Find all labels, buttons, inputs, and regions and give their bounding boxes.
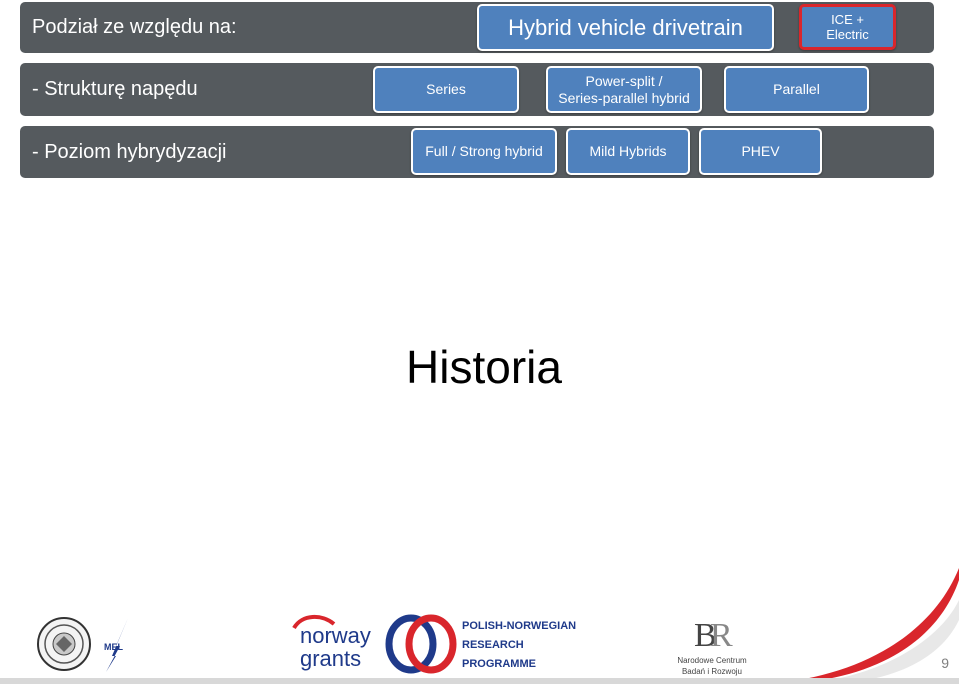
- page-number: 9: [941, 655, 949, 671]
- pnrp-line-3: PROGRAMME: [462, 658, 536, 670]
- mel-text: MEL: [104, 642, 124, 652]
- norway-grants-logo: norway grants: [292, 614, 382, 674]
- structure-label: - Strukturę napędu: [32, 78, 198, 100]
- drivetrain-title: Hybrid vehicle drivetrain: [477, 4, 774, 51]
- badge-line-1: ICE +: [831, 12, 864, 27]
- power-split-line-1: Power-split /: [585, 72, 663, 89]
- level-label: - Poziom hybrydyzacji: [32, 141, 227, 163]
- pnrp-rings-icon: [385, 614, 457, 674]
- pnrp-logo-text: POLISH-NORWEGIAN RESEARCH PROGRAMME: [462, 617, 582, 673]
- ncbr-br-monogram-icon: B R: [694, 617, 733, 654]
- svg-text:R: R: [710, 617, 733, 650]
- ncbr-line-2: Badań i Rozwoju: [681, 667, 743, 676]
- norway-text: norway: [300, 623, 371, 648]
- university-seal-logo: [37, 617, 91, 671]
- ice-electric-badge: ICE + Electric: [799, 4, 896, 50]
- corner-swoosh-decoration: [760, 568, 959, 684]
- footer-divider: [0, 678, 959, 684]
- mild-hybrid-box: Mild Hybrids: [566, 128, 690, 175]
- pnrp-line-1: POLISH-NORWEGIAN: [462, 620, 577, 632]
- power-split-line-2: Series-parallel hybrid: [558, 89, 690, 106]
- mel-logo: MEL: [104, 618, 128, 672]
- power-split-box: Power-split / Series-parallel hybrid: [546, 66, 702, 113]
- ncbr-line-1: Narodowe Centrum: [677, 656, 747, 665]
- slide-heading: Historia: [406, 341, 562, 393]
- badge-line-2: Electric: [826, 27, 869, 42]
- series-box: Series: [373, 66, 519, 113]
- ncbr-logo: B R Narodowe Centrum Badań i Rozwoju: [664, 616, 760, 676]
- header-label: Podział ze względu na:: [32, 16, 237, 38]
- grants-text: grants: [300, 646, 362, 671]
- parallel-box: Parallel: [724, 66, 869, 113]
- phev-box: PHEV: [699, 128, 822, 175]
- pnrp-line-2: RESEARCH: [462, 639, 524, 651]
- full-hybrid-box: Full / Strong hybrid: [411, 128, 557, 175]
